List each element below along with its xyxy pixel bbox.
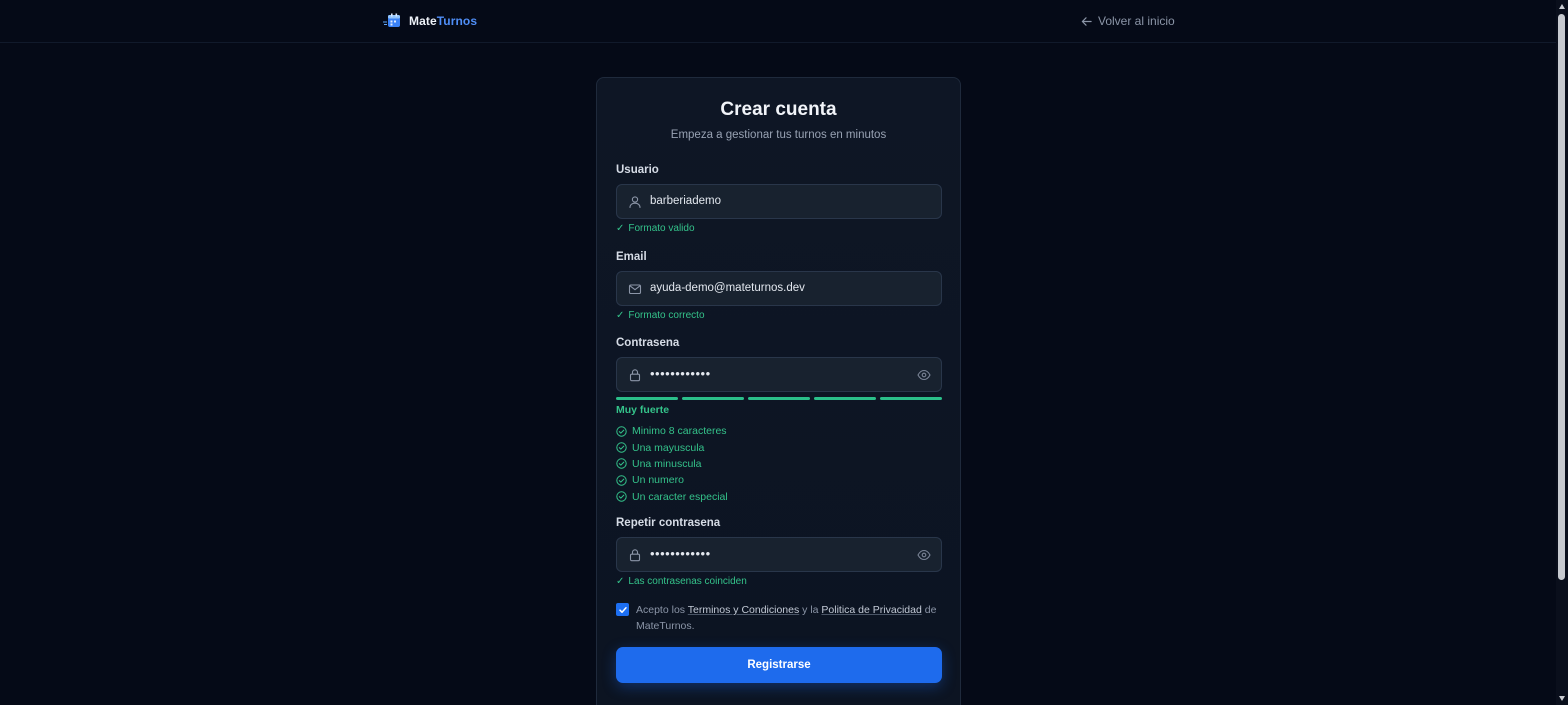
username-label: Usuario [616, 164, 659, 176]
confirm-match-hint: ✓ Las contrasenas coinciden [616, 576, 747, 587]
register-card: Crear cuenta Empeza a gestionar tus turn… [596, 77, 961, 705]
requirement-text: Un caracter especial [632, 490, 728, 503]
checkmark-icon [618, 606, 627, 613]
password-value: •••••••••••• [650, 366, 711, 381]
terms-checkbox[interactable] [616, 603, 629, 616]
requirement-item: Un numero [616, 472, 728, 488]
brand-logo[interactable]: MateTurnos [383, 12, 477, 30]
register-button[interactable]: Registrarse [616, 647, 942, 683]
page-scrollbar[interactable] [1556, 0, 1568, 705]
strength-segment [748, 397, 810, 400]
check-icon: ✓ [616, 576, 625, 587]
email-value: ayuda-demo@mateturnos.dev [650, 282, 805, 294]
check-circle-icon [616, 475, 627, 486]
requirement-item: Una minuscula [616, 456, 728, 472]
password-field[interactable]: •••••••••••• [616, 357, 942, 392]
mail-icon [628, 284, 642, 295]
terms-text: Acepto los Terminos y Condiciones y la P… [636, 602, 942, 634]
check-circle-icon [616, 491, 627, 502]
confirm-password-field[interactable]: •••••••••••• [616, 537, 942, 572]
email-valid-hint: ✓ Formato correcto [616, 310, 705, 321]
eye-icon[interactable] [917, 549, 931, 561]
username-valid-hint: ✓ Formato valido [616, 223, 695, 234]
password-requirements: Minimo 8 caracteres Una mayuscula Una mi… [616, 423, 728, 505]
requirement-item: Un caracter especial [616, 489, 728, 505]
email-label: Email [616, 251, 647, 263]
privacy-policy-link[interactable]: Politica de Privacidad [821, 604, 921, 616]
scrollbar-thumb[interactable] [1558, 14, 1565, 580]
eye-icon[interactable] [917, 369, 931, 381]
email-field[interactable]: ayuda-demo@mateturnos.dev [616, 271, 942, 306]
user-icon [629, 196, 641, 209]
username-field[interactable]: barberiademo [616, 184, 942, 219]
check-icon: ✓ [616, 310, 625, 321]
requirement-text: Minimo 8 caracteres [632, 425, 727, 438]
lock-icon [629, 369, 641, 382]
back-to-home-link[interactable]: Volver al inicio [1081, 13, 1175, 29]
scroll-up-icon[interactable] [1559, 4, 1565, 9]
password-strength-label: Muy fuerte [616, 404, 670, 416]
username-value: barberiademo [650, 195, 721, 207]
requirement-text: Una minuscula [632, 457, 702, 470]
strength-segment [616, 397, 678, 400]
requirement-text: Una mayuscula [632, 441, 705, 454]
strength-segment [880, 397, 942, 400]
requirement-item: Una mayuscula [616, 439, 728, 455]
check-icon: ✓ [616, 223, 625, 234]
password-label: Contrasena [616, 337, 680, 349]
scroll-down-icon[interactable] [1559, 696, 1565, 701]
brand-name-mate: Mate [409, 14, 437, 28]
password-strength-meter [616, 397, 942, 400]
terms-agreement: Acepto los Terminos y Condiciones y la P… [616, 602, 942, 634]
confirm-password-label: Repetir contrasena [616, 517, 721, 529]
lock-icon [629, 549, 641, 562]
username-hint-text: Formato valido [628, 223, 695, 234]
confirm-hint-text: Las contrasenas coinciden [628, 576, 747, 587]
check-circle-icon [616, 425, 627, 437]
back-link-label: Volver al inicio [1098, 14, 1175, 28]
terms-middle: y la [799, 604, 822, 616]
page-subtitle: Empeza a gestionar tus turnos en minutos [670, 129, 887, 141]
strength-segment [682, 397, 744, 400]
brand-name-turnos: Turnos [436, 14, 478, 28]
terms-conditions-link[interactable]: Terminos y Condiciones [688, 604, 799, 616]
calendar-logo-icon [383, 13, 400, 27]
check-circle-icon [616, 442, 627, 453]
arrow-left-icon [1081, 16, 1092, 26]
email-hint-text: Formato correcto [628, 310, 705, 321]
strength-segment [814, 397, 876, 400]
terms-prefix: Acepto los [636, 604, 688, 616]
requirement-text: Un numero [632, 474, 684, 487]
requirement-item: Minimo 8 caracteres [616, 423, 728, 439]
top-bar: MateTurnos Volver al inicio [0, 0, 1556, 43]
check-circle-icon [616, 458, 627, 470]
page-title: Crear cuenta [720, 99, 837, 120]
confirm-password-value: •••••••••••• [650, 546, 711, 561]
brand-name: MateTurnos [409, 14, 477, 28]
